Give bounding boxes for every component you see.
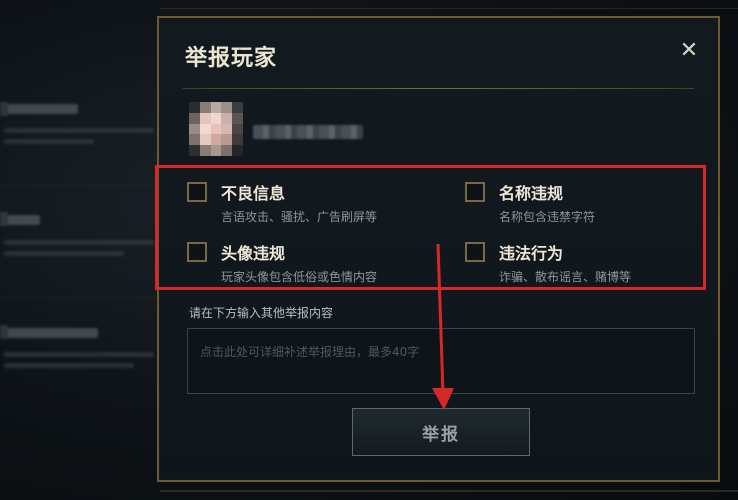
reason-description: 玩家头像包含低俗或色情内容	[221, 270, 378, 284]
reason-illegal-behavior[interactable]: 违法行为 诈骗、散布谣言、赌博等	[465, 240, 695, 290]
illegal-behavior-checkbox[interactable]	[465, 242, 485, 262]
title-divider	[183, 88, 694, 89]
reason-name-violation[interactable]: 名称违规 名称包含违禁字符	[465, 180, 695, 230]
report-screen: 举报玩家 ✕ 不良信息 言语攻击、骚扰、广告刷屏等 名称违规 名称包含违禁字符	[0, 0, 738, 500]
reason-label: 违法行为	[499, 244, 564, 263]
background-divider	[160, 490, 738, 492]
background-panel	[0, 0, 170, 500]
detail-input[interactable]: 点击此处可详细补述举报理由，最多40字	[187, 328, 695, 394]
report-player-dialog: 举报玩家 ✕ 不良信息 言语攻击、骚扰、广告刷屏等 名称违规 名称包含违禁字符	[157, 16, 720, 482]
avatar-violation-checkbox[interactable]	[187, 242, 207, 262]
dialog-title: 举报玩家	[185, 46, 278, 71]
background-icon	[0, 212, 8, 226]
pixelated-avatar	[189, 102, 243, 156]
bad-info-checkbox[interactable]	[187, 182, 207, 202]
report-reasons: 不良信息 言语攻击、骚扰、广告刷屏等 名称违规 名称包含违禁字符 头像违规 玩家…	[159, 180, 718, 300]
report-submit-button[interactable]: 举报	[352, 408, 530, 456]
reason-label: 名称违规	[499, 184, 564, 203]
background-divider	[160, 8, 738, 9]
reason-label: 不良信息	[221, 184, 286, 203]
reason-avatar-violation[interactable]: 头像违规 玩家头像包含低俗或色情内容	[187, 240, 417, 290]
reason-label: 头像违规	[221, 244, 286, 263]
player-name-blurred	[253, 125, 363, 139]
reason-description: 名称包含违禁字符	[499, 210, 596, 224]
close-icon[interactable]: ✕	[678, 40, 700, 62]
background-icon	[0, 325, 8, 339]
reason-bad-info[interactable]: 不良信息 言语攻击、骚扰、广告刷屏等	[187, 180, 417, 230]
name-violation-checkbox[interactable]	[465, 182, 485, 202]
detail-label: 请在下方输入其他举报内容	[189, 306, 334, 320]
reason-description: 言语攻击、骚扰、广告刷屏等	[221, 210, 378, 224]
detail-placeholder: 点击此处可详细补述举报理由，最多40字	[200, 345, 420, 359]
background-icon	[0, 102, 8, 116]
reason-description: 诈骗、散布谣言、赌博等	[499, 270, 632, 284]
